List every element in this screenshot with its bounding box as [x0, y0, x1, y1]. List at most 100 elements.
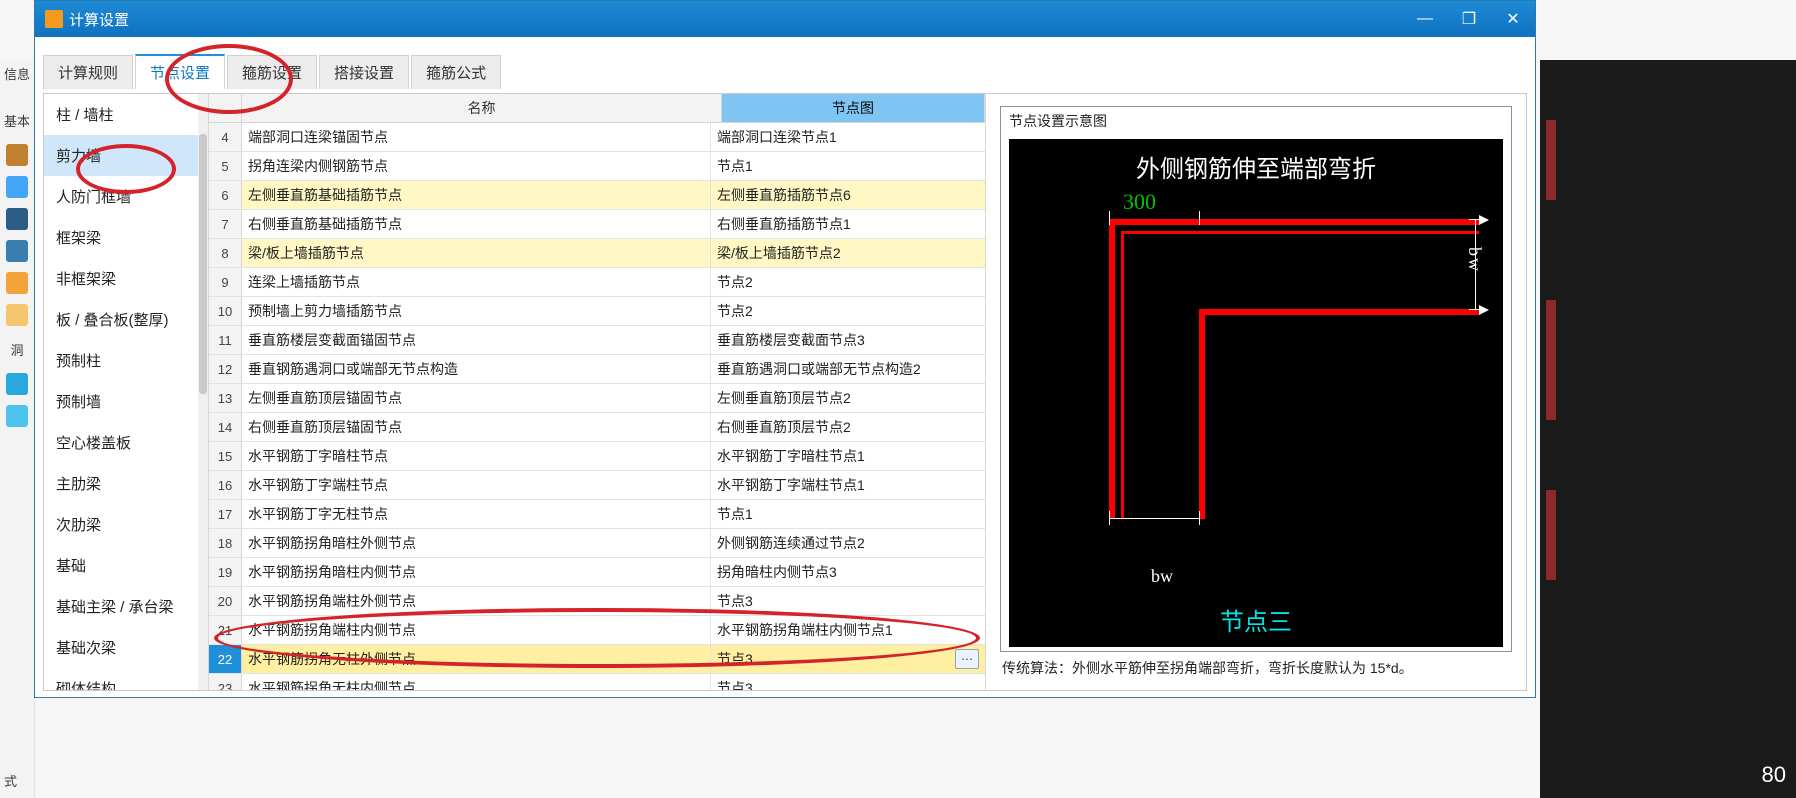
sidebar-item[interactable]: 空心楼盖板: [44, 422, 208, 463]
cell-name: 预制墙上剪力墙插筋节点: [242, 297, 711, 325]
table-header: 名称 节点图: [209, 94, 985, 123]
cell-node[interactable]: 节点3: [711, 674, 985, 690]
cell-name: 水平钢筋丁字暗柱节点: [242, 442, 711, 470]
table-row[interactable]: 14右侧垂直筋顶层锚固节点右侧垂直筋顶层节点2: [209, 413, 985, 442]
preview-title: 节点设置示意图: [1001, 107, 1511, 135]
sidebar-item[interactable]: 基础主梁 / 承台梁: [44, 586, 208, 627]
cell-node[interactable]: 节点1: [711, 500, 985, 528]
maximize-button[interactable]: ❐: [1447, 1, 1491, 37]
cell-node[interactable]: 节点3⋯: [711, 645, 985, 673]
table-row[interactable]: 17水平钢筋丁字无柱节点节点1: [209, 500, 985, 529]
row-number: 21: [209, 616, 242, 644]
sidebar-item[interactable]: 基础: [44, 545, 208, 586]
table-row[interactable]: 8梁/板上墙插筋节点梁/板上墙插筋节点2: [209, 239, 985, 268]
cell-node[interactable]: 左侧垂直筋顶层节点2: [711, 384, 985, 412]
cell-node[interactable]: 拐角暗柱内侧节点3: [711, 558, 985, 586]
canvas-number: 80: [1762, 762, 1786, 788]
sidebar-item[interactable]: 板 / 叠合板(整厚): [44, 299, 208, 340]
table-row[interactable]: 21水平钢筋拐角端柱内侧节点水平钢筋拐角端柱内侧节点1: [209, 616, 985, 645]
dock-icon[interactable]: [6, 240, 28, 262]
sidebar-scrollbar[interactable]: [198, 94, 208, 690]
tab-bar: 计算规则 节点设置 箍筋设置 搭接设置 箍筋公式: [35, 37, 1535, 89]
tab-calc-rules[interactable]: 计算规则: [43, 55, 133, 89]
sidebar-item[interactable]: 柱 / 墙柱: [44, 94, 208, 135]
table-row[interactable]: 19水平钢筋拐角暗柱内侧节点拐角暗柱内侧节点3: [209, 558, 985, 587]
cell-node[interactable]: 右侧垂直筋顶层节点2: [711, 413, 985, 441]
cell-name: 水平钢筋丁字端柱节点: [242, 471, 711, 499]
edit-node-button[interactable]: ⋯: [955, 649, 979, 669]
tab-lap-settings[interactable]: 搭接设置: [319, 55, 409, 89]
row-number: 22: [209, 645, 242, 673]
cell-node[interactable]: 梁/板上墙插筋节点2: [711, 239, 985, 267]
cell-node[interactable]: 水平钢筋拐角端柱内侧节点1: [711, 616, 985, 644]
table-row[interactable]: 12垂直钢筋遇洞口或端部无节点构造垂直筋遇洞口或端部无节点构造2: [209, 355, 985, 384]
dock-icon[interactable]: [6, 373, 28, 395]
dock-icon[interactable]: [6, 144, 28, 166]
cell-node[interactable]: 垂直筋楼层变截面节点3: [711, 326, 985, 354]
cell-node[interactable]: 节点1: [711, 152, 985, 180]
cell-node[interactable]: 右侧垂直筋插筋节点1: [711, 210, 985, 238]
sidebar-item[interactable]: 剪力墙: [44, 135, 208, 176]
row-number: 8: [209, 239, 242, 267]
table-row[interactable]: 4端部洞口连梁锚固节点端部洞口连梁节点1: [209, 123, 985, 152]
fig-dim-300: 300: [1123, 189, 1156, 215]
cell-node[interactable]: 外侧钢筋连续通过节点2: [711, 529, 985, 557]
sidebar-item[interactable]: 主肋梁: [44, 463, 208, 504]
sidebar-item[interactable]: 非框架梁: [44, 258, 208, 299]
col-node-header: 节点图: [722, 94, 985, 122]
tab-label: 节点设置: [150, 65, 210, 82]
sidebar-item[interactable]: 框架梁: [44, 217, 208, 258]
dock-icon[interactable]: [6, 405, 28, 427]
cell-node[interactable]: 端部洞口连梁节点1: [711, 123, 985, 151]
sidebar-item[interactable]: 预制墙: [44, 381, 208, 422]
dock-label-mode: 式: [0, 771, 34, 790]
cell-node[interactable]: 节点3: [711, 587, 985, 615]
background-canvas: 80: [1540, 60, 1796, 798]
cell-node[interactable]: 节点2: [711, 297, 985, 325]
cell-name: 梁/板上墙插筋节点: [242, 239, 711, 267]
table-row[interactable]: 5拐角连梁内侧钢筋节点节点1: [209, 152, 985, 181]
cell-node[interactable]: 节点2: [711, 268, 985, 296]
table-row[interactable]: 6左侧垂直筋基础插筋节点左侧垂直筋插筋节点6: [209, 181, 985, 210]
cell-node[interactable]: 垂直筋遇洞口或端部无节点构造2: [711, 355, 985, 383]
cell-name: 水平钢筋拐角端柱内侧节点: [242, 616, 711, 644]
row-number: 18: [209, 529, 242, 557]
preview-pane: 节点设置示意图 外侧钢筋伸至端部弯折 300 bw bw 节点三: [985, 94, 1526, 690]
close-button[interactable]: ✕: [1491, 1, 1535, 37]
cell-name: 右侧垂直筋顶层锚固节点: [242, 413, 711, 441]
tab-node-settings[interactable]: 节点设置: [135, 54, 225, 89]
table-row[interactable]: 13左侧垂直筋顶层锚固节点左侧垂直筋顶层节点2: [209, 384, 985, 413]
tab-stirrup-settings[interactable]: 箍筋设置: [227, 55, 317, 89]
table-row[interactable]: 16水平钢筋丁字端柱节点水平钢筋丁字端柱节点1: [209, 471, 985, 500]
cell-node[interactable]: 左侧垂直筋插筋节点6: [711, 181, 985, 209]
cell-node[interactable]: 水平钢筋丁字暗柱节点1: [711, 442, 985, 470]
sidebar-item[interactable]: 人防门框墙: [44, 176, 208, 217]
table-row[interactable]: 15水平钢筋丁字暗柱节点水平钢筋丁字暗柱节点1: [209, 442, 985, 471]
cell-name: 水平钢筋拐角暗柱内侧节点: [242, 558, 711, 586]
cell-node[interactable]: 水平钢筋丁字端柱节点1: [711, 471, 985, 499]
tab-label: 箍筋公式: [426, 65, 486, 82]
cell-name: 左侧垂直筋基础插筋节点: [242, 181, 711, 209]
table-row[interactable]: 18水平钢筋拐角暗柱外侧节点外侧钢筋连续通过节点2: [209, 529, 985, 558]
sidebar-item[interactable]: 基础次梁: [44, 627, 208, 668]
table-row[interactable]: 20水平钢筋拐角端柱外侧节点节点3: [209, 587, 985, 616]
sidebar-item[interactable]: 次肋梁: [44, 504, 208, 545]
table-row[interactable]: 9连梁上墙插筋节点节点2: [209, 268, 985, 297]
table-row[interactable]: 11垂直筋楼层变截面锚固节点垂直筋楼层变截面节点3: [209, 326, 985, 355]
dock-icon[interactable]: [6, 304, 28, 326]
sidebar-item[interactable]: 砌体结构: [44, 668, 208, 690]
table-row[interactable]: 23水平钢筋拐角无柱内侧节点节点3: [209, 674, 985, 690]
cell-name: 水平钢筋拐角暗柱外侧节点: [242, 529, 711, 557]
tab-stirrup-formula[interactable]: 箍筋公式: [411, 55, 501, 89]
table-row[interactable]: 7右侧垂直筋基础插筋节点右侧垂直筋插筋节点1: [209, 210, 985, 239]
sidebar-item[interactable]: 预制柱: [44, 340, 208, 381]
table-row[interactable]: 10预制墙上剪力墙插筋节点节点2: [209, 297, 985, 326]
row-number: 4: [209, 123, 242, 151]
table-row[interactable]: 22水平钢筋拐角无柱外侧节点节点3⋯: [209, 645, 985, 674]
dock-icon[interactable]: [6, 208, 28, 230]
minimize-button[interactable]: —: [1403, 1, 1447, 37]
row-number: 19: [209, 558, 242, 586]
dock-icon[interactable]: [6, 272, 28, 294]
dock-icon[interactable]: [6, 176, 28, 198]
fig-bw-bottom: bw: [1151, 566, 1173, 587]
